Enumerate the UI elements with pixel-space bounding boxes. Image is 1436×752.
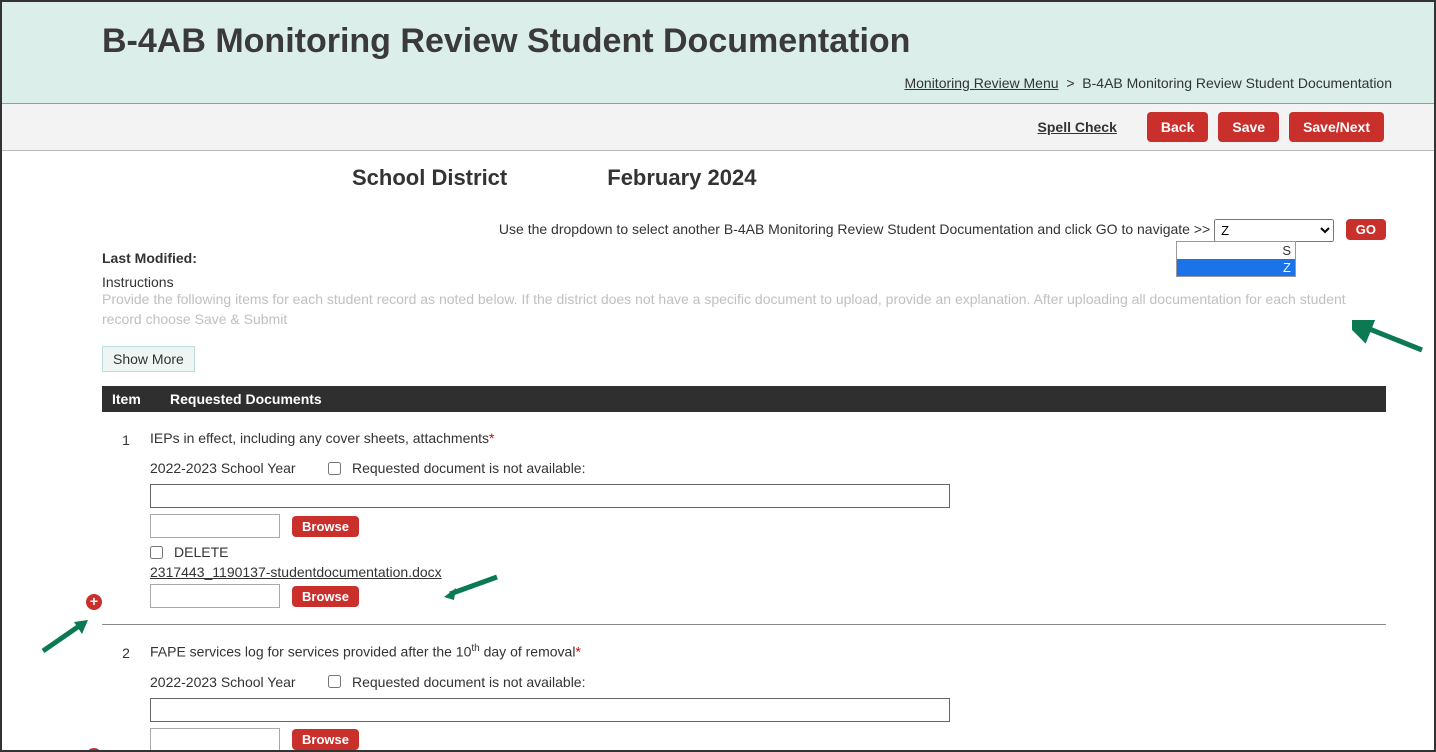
breadcrumb-separator: > <box>1066 75 1074 91</box>
instructions-text: Provide the following items for each stu… <box>102 290 1386 328</box>
action-toolbar: Spell Check Back Save Save/Next <box>2 104 1434 151</box>
item-number: 2 <box>102 643 150 752</box>
review-period: February 2024 <box>607 165 756 191</box>
not-available-checkbox[interactable] <box>328 462 341 475</box>
document-item-row: 2 FAPE services log for services provide… <box>102 625 1386 752</box>
record-select[interactable]: Z <box>1214 219 1334 242</box>
browse-button[interactable]: Browse <box>292 729 359 750</box>
item-title-prefix: FAPE services log for services provided … <box>150 644 471 660</box>
add-row-icon[interactable]: + <box>86 594 102 610</box>
record-nav-row: Use the dropdown to select another B-4AB… <box>102 219 1386 242</box>
not-available-label: Requested document is not available: <box>352 674 585 690</box>
item-number: 1 <box>102 430 150 608</box>
save-button[interactable]: Save <box>1218 112 1279 142</box>
spell-check-link[interactable]: Spell Check <box>1038 119 1117 135</box>
not-available-reason-input[interactable] <box>150 698 950 722</box>
not-available-reason-input[interactable] <box>150 484 950 508</box>
browse-button[interactable]: Browse <box>292 586 359 607</box>
page-header: B-4AB Monitoring Review Student Document… <box>2 2 1434 104</box>
school-year-label: 2022-2023 School Year <box>150 460 320 476</box>
not-available-checkbox[interactable] <box>328 675 341 688</box>
breadcrumb-link[interactable]: Monitoring Review Menu <box>904 75 1058 91</box>
col-item: Item <box>112 391 152 407</box>
not-available-label: Requested document is not available: <box>352 460 585 476</box>
back-button[interactable]: Back <box>1147 112 1208 142</box>
district-name: School District <box>352 165 507 191</box>
file-path-input[interactable] <box>150 584 280 608</box>
item-title-sup: th <box>471 643 479 654</box>
col-requested: Requested Documents <box>170 391 322 407</box>
documents-table-header: Item Requested Documents <box>102 386 1386 412</box>
file-path-input[interactable] <box>150 728 280 752</box>
delete-checkbox[interactable] <box>150 546 163 559</box>
file-path-input[interactable] <box>150 514 280 538</box>
add-row-icon[interactable]: + <box>86 748 102 752</box>
record-select-dropdown: S Z <box>1176 241 1296 277</box>
browse-button[interactable]: Browse <box>292 516 359 537</box>
item-title-suffix: day of removal <box>480 644 576 660</box>
save-next-button[interactable]: Save/Next <box>1289 112 1384 142</box>
uploaded-file-link[interactable]: 2317443_1190137-studentdocumentation.doc… <box>150 564 442 580</box>
instructions-block: Instructions Provide the following items… <box>102 274 1386 372</box>
document-item-row: 1 IEPs in effect, including any cover sh… <box>102 412 1386 625</box>
nav-prompt: Use the dropdown to select another B-4AB… <box>499 221 1210 237</box>
required-asterisk: * <box>575 644 580 660</box>
page-title: B-4AB Monitoring Review Student Document… <box>2 22 1434 61</box>
school-year-label: 2022-2023 School Year <box>150 674 320 690</box>
item-title: IEPs in effect, including any cover shee… <box>150 430 489 446</box>
district-period-row: School District February 2024 <box>102 165 1386 191</box>
breadcrumb: Monitoring Review Menu > B-4AB Monitorin… <box>2 75 1434 91</box>
show-more-button[interactable]: Show More <box>102 346 195 372</box>
delete-label: DELETE <box>174 544 228 560</box>
required-asterisk: * <box>489 430 494 446</box>
go-button[interactable]: GO <box>1346 219 1386 240</box>
dropdown-option-selected[interactable]: Z <box>1177 259 1295 276</box>
dropdown-option[interactable]: S <box>1177 242 1295 259</box>
breadcrumb-current: B-4AB Monitoring Review Student Document… <box>1082 75 1392 91</box>
